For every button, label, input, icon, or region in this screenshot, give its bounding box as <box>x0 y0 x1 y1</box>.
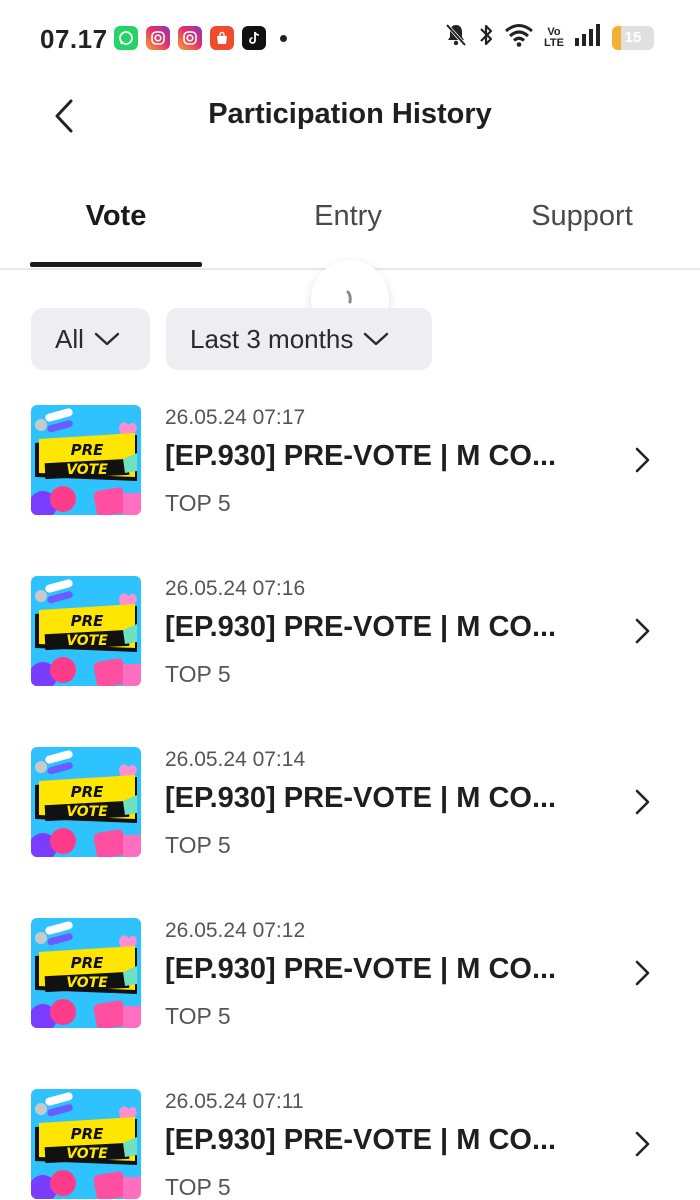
chevron-right-icon <box>635 447 650 473</box>
item-date: 26.05.24 07:16 <box>165 577 306 600</box>
notification-icons <box>114 26 287 50</box>
history-item[interactable]: PRE VOTE 26.05.24 07:12 [EP.930] PRE-VOT… <box>0 913 700 1084</box>
chevron-right-icon <box>635 618 650 644</box>
history-item[interactable]: PRE VOTE 26.05.24 07:14 [EP.930] PRE-VOT… <box>0 742 700 913</box>
status-time: 07.17 <box>40 24 108 54</box>
chevron-down-icon <box>364 332 389 346</box>
event-thumbnail: PRE VOTE <box>31 576 141 686</box>
page-title: Participation History <box>208 98 492 130</box>
whatsapp-icon <box>114 26 138 50</box>
type-filter-label: All <box>55 323 84 354</box>
item-rank: TOP 5 <box>165 1174 231 1200</box>
type-filter-dropdown[interactable]: All <box>31 308 150 370</box>
item-rank: TOP 5 <box>165 832 231 858</box>
history-item[interactable]: PRE VOTE 26.05.24 07:11 [EP.930] PRE-VOT… <box>0 1084 700 1200</box>
item-date: 26.05.24 07:17 <box>165 406 306 429</box>
status-bar: 07.17 Vo LTE 15 <box>0 0 700 80</box>
battery-level: 15 <box>624 29 642 46</box>
mute-icon <box>444 22 468 53</box>
tab-entry[interactable]: Entry <box>262 200 434 233</box>
bluetooth-icon <box>478 22 494 53</box>
item-title: [EP.930] PRE-VOTE | M CO... <box>165 953 557 985</box>
chevron-right-icon <box>635 789 650 815</box>
date-range-label: Last 3 months <box>190 323 354 354</box>
chevron-right-icon <box>635 1131 650 1157</box>
item-title: [EP.930] PRE-VOTE | M CO... <box>165 782 557 814</box>
item-date: 26.05.24 07:11 <box>165 1090 304 1113</box>
item-rank: TOP 5 <box>165 1003 231 1029</box>
item-title: [EP.930] PRE-VOTE | M CO... <box>165 1124 557 1156</box>
tab-support[interactable]: Support <box>496 200 668 233</box>
system-icons: Vo LTE 15 <box>444 22 654 53</box>
history-list: PRE VOTE 26.05.24 07:17 [EP.930] PRE-VOT… <box>0 400 700 1200</box>
instagram-icon <box>178 26 202 50</box>
svg-text:VOTE: VOTE <box>66 1146 108 1162</box>
volte-icon: Vo LTE <box>544 25 564 49</box>
shopee-icon <box>210 26 234 50</box>
event-thumbnail: PRE VOTE <box>31 918 141 1028</box>
svg-text:VOTE: VOTE <box>66 804 108 820</box>
event-thumbnail: PRE VOTE <box>31 405 141 515</box>
wifi-icon <box>504 23 534 52</box>
item-title: [EP.930] PRE-VOTE | M CO... <box>165 440 557 472</box>
svg-text:PRE: PRE <box>71 954 105 972</box>
app-header: Participation History <box>0 80 700 160</box>
item-rank: TOP 5 <box>165 661 231 687</box>
svg-text:PRE: PRE <box>71 612 105 630</box>
active-tab-indicator <box>30 262 202 267</box>
svg-text:PRE: PRE <box>71 1125 105 1143</box>
item-rank: TOP 5 <box>165 490 231 516</box>
event-thumbnail: PRE VOTE <box>31 1089 141 1199</box>
battery-icon: 15 <box>612 25 654 50</box>
filter-bar: All Last 3 months <box>31 308 432 370</box>
instagram-icon <box>146 26 170 50</box>
svg-text:VOTE: VOTE <box>66 462 108 478</box>
svg-text:VOTE: VOTE <box>66 633 108 649</box>
tiktok-icon <box>242 26 266 50</box>
date-range-dropdown[interactable]: Last 3 months <box>166 308 432 370</box>
history-item[interactable]: PRE VOTE 26.05.24 07:16 [EP.930] PRE-VOT… <box>0 571 700 742</box>
event-thumbnail: PRE VOTE <box>31 747 141 857</box>
chevron-right-icon <box>635 960 650 986</box>
chevron-down-icon <box>94 332 120 346</box>
svg-text:VOTE: VOTE <box>66 975 108 991</box>
item-date: 26.05.24 07:14 <box>165 748 306 771</box>
more-notifications-dot <box>280 34 287 42</box>
tab-bar: Vote Entry Support <box>0 180 700 270</box>
tab-vote[interactable]: Vote <box>30 200 202 233</box>
item-title: [EP.930] PRE-VOTE | M CO... <box>165 611 557 643</box>
loading-icon <box>346 290 352 304</box>
svg-text:PRE: PRE <box>71 441 105 459</box>
signal-icon <box>574 23 602 52</box>
history-item[interactable]: PRE VOTE 26.05.24 07:17 [EP.930] PRE-VOT… <box>0 400 700 571</box>
svg-text:PRE: PRE <box>71 783 105 801</box>
item-date: 26.05.24 07:12 <box>165 919 306 942</box>
